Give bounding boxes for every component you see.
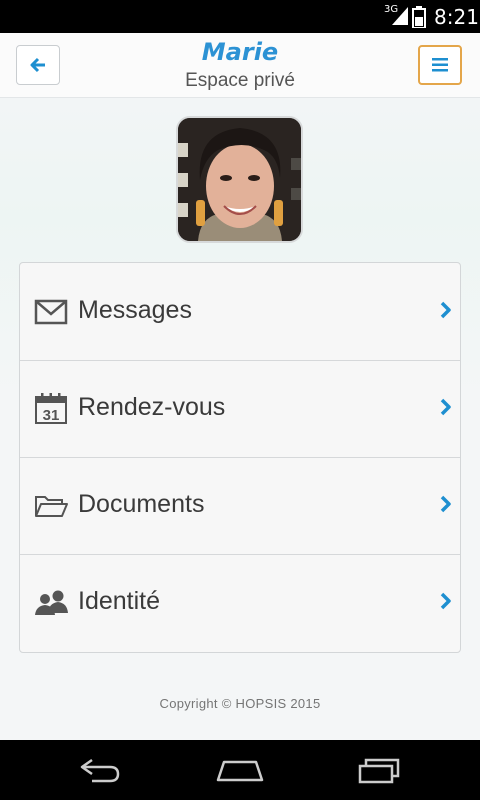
menu-button[interactable] [418, 45, 462, 85]
battery-icon [412, 6, 426, 28]
status-bar: 3G 8:21 [0, 0, 480, 33]
calendar-day-text: 31 [43, 407, 60, 424]
folder-icon [35, 496, 68, 517]
menu-item-label: Documents [78, 490, 205, 518]
calendar-icon: 31 [35, 393, 67, 424]
chevron-right-icon [440, 592, 451, 610]
menu-item-label: Messages [78, 296, 192, 324]
people-icon [35, 590, 68, 615]
app-header: Marie Espace privé [0, 33, 480, 98]
avatar [176, 116, 303, 243]
signal-icon [392, 7, 408, 25]
page-subtitle: Espace privé [185, 70, 295, 91]
copyright-text: Copyright © HOPSIS 2015 [159, 696, 321, 711]
menu-list: Messages 31 Rendez-vous Documents Identi… [19, 262, 461, 653]
menu-item-rendez-vous[interactable]: 31 Rendez-vous [20, 360, 460, 458]
profile-photo [178, 118, 301, 241]
clock: 8:21 [434, 5, 479, 29]
home-nav-icon[interactable] [216, 756, 264, 784]
back-nav-icon[interactable] [78, 756, 122, 784]
envelope-icon [34, 299, 68, 325]
menu-item-identite[interactable]: Identité [20, 554, 460, 651]
navigation-bar [0, 740, 480, 800]
menu-item-label: Rendez-vous [78, 393, 226, 421]
recent-apps-nav-icon[interactable] [358, 756, 402, 784]
app-logo-title: Marie [201, 38, 279, 66]
menu-item-label: Identité [78, 587, 161, 615]
chevron-right-icon [440, 495, 451, 513]
menu-item-messages[interactable]: Messages [20, 263, 460, 361]
chevron-right-icon [440, 398, 451, 416]
hamburger-icon [432, 58, 448, 72]
menu-item-documents[interactable]: Documents [20, 457, 460, 555]
chevron-right-icon [440, 301, 451, 319]
